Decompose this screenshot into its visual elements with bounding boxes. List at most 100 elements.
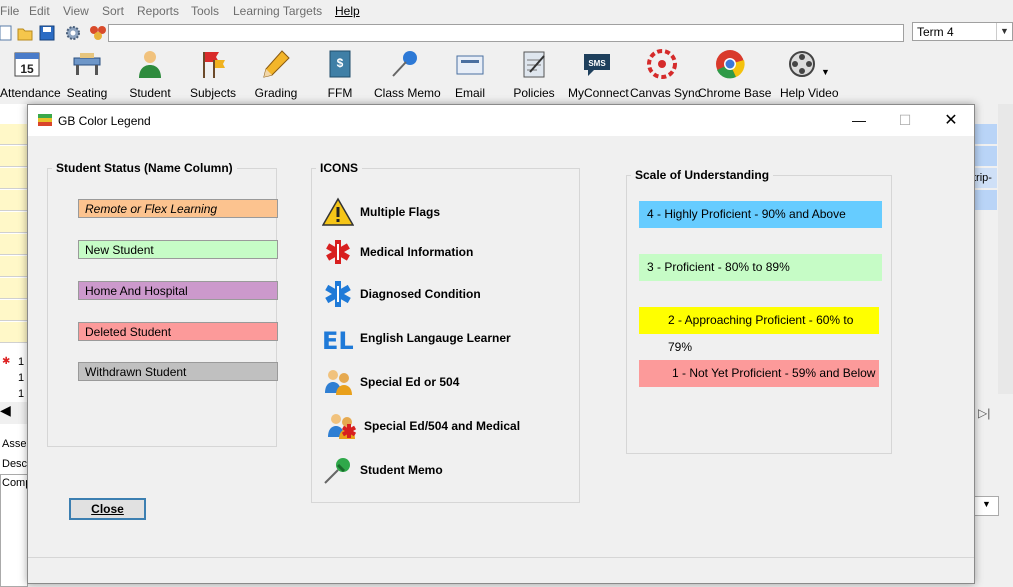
myconnect-label: MyConnect (568, 86, 629, 100)
canvas-icon (647, 49, 677, 79)
maximize-button[interactable]: ☐ (882, 105, 928, 136)
flags-icon (203, 52, 225, 78)
myconnect-button[interactable]: SMS MyConnect (568, 48, 629, 100)
menu-sort[interactable]: Sort (102, 4, 124, 18)
seating-label: Seating (66, 86, 108, 100)
status-new-student: New Student (78, 240, 278, 259)
help-video-label: Help Video (780, 86, 839, 100)
clipboard-icon (523, 51, 545, 78)
menu-reports[interactable]: Reports (137, 4, 179, 18)
row-number: 1 (18, 372, 25, 384)
icon-legend-medical-information: Medical Information (322, 237, 572, 267)
row-number: 1 (18, 388, 25, 400)
vertical-scrollbar[interactable] (998, 104, 1013, 394)
menu-learning-targets[interactable]: Learning Targets (233, 4, 322, 18)
star-of-life-icon (325, 281, 351, 307)
seating-button[interactable]: Seating (64, 48, 110, 100)
attendance-label: Attendance (0, 86, 61, 100)
dialog-divider (28, 557, 974, 558)
close-window-button[interactable]: ✕ (928, 105, 974, 136)
menu-view[interactable]: View (63, 4, 89, 18)
column-header-label: trip-L (973, 168, 997, 204)
canvas-sync-button[interactable]: Canvas Sync (630, 48, 701, 100)
save-icon[interactable] (39, 25, 55, 41)
open-folder-icon[interactable] (17, 25, 34, 41)
calendar-icon: 15 (14, 52, 40, 77)
pencil-icon (263, 50, 290, 78)
icon-legend-multiple-flags: Multiple Flags (322, 197, 572, 227)
status-remote-flex: Remote or Flex Learning (78, 199, 278, 218)
app-icon (38, 114, 52, 126)
comments-box[interactable]: Comp (0, 474, 31, 587)
special-ed-icon (325, 370, 352, 395)
student-status-title: Student Status (Name Column) (52, 161, 237, 175)
chrome-icon (716, 50, 745, 79)
users-icon[interactable] (88, 24, 108, 42)
envelope-icon (456, 55, 484, 75)
minimize-button[interactable]: — (836, 105, 882, 136)
grading-label: Grading (254, 86, 298, 100)
icons-title: ICONS (316, 161, 363, 175)
menu-edit[interactable]: Edit (29, 4, 50, 18)
term-select-value: Term 4 (917, 25, 954, 39)
gear-icon[interactable] (65, 25, 81, 41)
nav-last-icon[interactable]: ▷| (978, 406, 990, 420)
icon-legend-special-ed-medical: Special Ed/504 and Medical (326, 411, 576, 441)
email-button[interactable]: Email (452, 48, 488, 100)
pushpin-icon (324, 458, 350, 484)
menu-help[interactable]: Help (335, 4, 360, 18)
command-input[interactable] (108, 24, 904, 42)
icon-label: Student Memo (360, 463, 443, 477)
bottom-dropdown[interactable]: ▼ (973, 496, 999, 516)
icon-legend-diagnosed-condition: Diagnosed Condition (322, 279, 572, 309)
sms-badge: SMS (588, 59, 606, 68)
warning-icon (322, 197, 354, 226)
menu-tools[interactable]: Tools (191, 4, 219, 18)
icon-legend-special-ed: Special Ed or 504 (322, 367, 572, 397)
student-button[interactable]: Student (128, 48, 172, 100)
dialog-titlebar[interactable]: GB Color Legend — ☐ ✕ (28, 105, 974, 136)
ffm-button[interactable]: $ FFM (320, 48, 360, 100)
grading-button[interactable]: Grading (254, 48, 298, 100)
special-ed-medical-icon (328, 414, 357, 439)
row-number: 1 (18, 356, 25, 368)
subjects-label: Subjects (190, 86, 237, 100)
calendar-day: 15 (20, 62, 34, 76)
sms-icon: SMS (584, 54, 610, 76)
subjects-button[interactable]: Subjects (190, 48, 236, 100)
help-video-button[interactable]: Help Video (780, 48, 839, 100)
status-deleted-student: Deleted Student (78, 322, 278, 341)
icons-group: ICONS Multiple Flags Medical Information… (311, 161, 580, 503)
new-file-icon[interactable] (0, 25, 12, 41)
grid-right-strip: trip-L ▷| ▼ (973, 104, 1013, 587)
medical-cross-icon (326, 240, 350, 264)
status-withdrawn-student: Withdrawn Student (78, 362, 278, 381)
icon-legend-english-language-learner: EL English Langauge Learner (322, 323, 572, 353)
desk-icon (73, 53, 101, 75)
ledger-icon: $ (329, 50, 351, 78)
close-button-label: Close (91, 502, 124, 516)
menu-bar: File Edit View Sort Reports Tools Learni… (0, 0, 1013, 22)
scale-level-4: 4 - Highly Proficient - 90% and Above (639, 201, 882, 228)
nav-first-icon[interactable]: ◀ (0, 402, 28, 424)
scale-group: Scale of Understanding 4 - Highly Profic… (626, 168, 892, 454)
policies-button[interactable]: Policies (512, 48, 556, 100)
chrome-base-button[interactable]: Chrome Base (698, 48, 771, 100)
chevron-down-icon: ▼ (982, 499, 991, 509)
toolbar-overflow-arrow-icon[interactable]: ▼ (821, 67, 830, 77)
close-button[interactable]: Close (69, 498, 146, 520)
icon-label: Diagnosed Condition (360, 287, 481, 301)
menu-file[interactable]: File (0, 4, 19, 18)
status-home-hospital: Home And Hospital (78, 281, 278, 300)
quick-toolbar: Term 4 ▼ (0, 22, 1013, 44)
class-memo-button[interactable]: Class Memo (374, 48, 441, 100)
term-select[interactable]: Term 4 ▼ (912, 22, 1013, 41)
pushpin-icon (392, 51, 417, 77)
attendance-button[interactable]: 15 Attendance (0, 48, 61, 100)
dialog-title: GB Color Legend (58, 114, 151, 128)
email-label: Email (454, 86, 485, 100)
svg-text:$: $ (337, 56, 344, 70)
icon-legend-student-memo: Student Memo (322, 455, 572, 485)
film-reel-icon (789, 51, 815, 77)
medical-marker: ✱ (2, 356, 11, 367)
